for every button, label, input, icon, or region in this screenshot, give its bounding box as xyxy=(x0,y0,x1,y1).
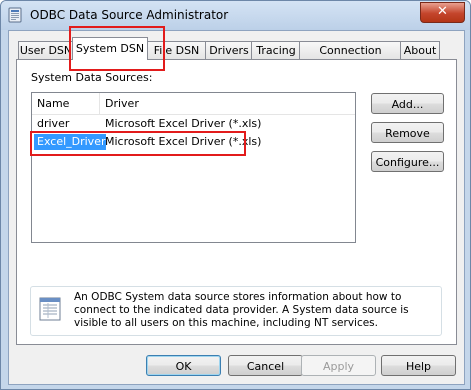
cancel-button[interactable]: Cancel xyxy=(228,355,303,376)
close-icon: ✕ xyxy=(437,4,448,19)
list-header: Name Driver xyxy=(32,93,355,115)
dialog-client-area: User DSN System DSN File DSN Drivers Tra… xyxy=(8,30,465,385)
configure-button[interactable]: Configure... xyxy=(371,151,444,172)
apply-button: Apply xyxy=(301,355,376,376)
system-data-sources-label: System Data Sources: xyxy=(31,71,153,84)
list-item[interactable]: driver Microsoft Excel Driver (*.xls) xyxy=(32,116,355,132)
remove-button[interactable]: Remove xyxy=(371,122,444,143)
data-source-info-icon xyxy=(39,297,61,321)
tab-system-dsn[interactable]: System DSN xyxy=(72,37,148,60)
tab-about[interactable]: About xyxy=(400,41,440,59)
tab-tracing[interactable]: Tracing xyxy=(251,41,301,59)
info-description: An ODBC System data source stores inform… xyxy=(74,291,409,329)
help-button[interactable]: Help xyxy=(381,355,456,376)
add-button[interactable]: Add... xyxy=(371,93,444,114)
tab-drivers[interactable]: Drivers xyxy=(205,41,253,59)
annotation-highlight-excel-driver-row xyxy=(30,131,246,156)
list-item-name: driver xyxy=(37,117,70,130)
column-header-name[interactable]: Name xyxy=(32,93,100,114)
info-box: An ODBC System data source stores inform… xyxy=(30,286,442,336)
tab-user-dsn[interactable]: User DSN xyxy=(18,41,74,59)
close-button[interactable]: ✕ xyxy=(420,2,465,23)
tab-connection-pooling[interactable]: Connection Pooling xyxy=(299,41,402,74)
column-header-driver[interactable]: Driver xyxy=(100,93,354,114)
odbc-admin-icon xyxy=(8,7,22,23)
system-data-sources-list[interactable]: Name Driver driver Microsoft Excel Drive… xyxy=(31,92,356,243)
window-title: ODBC Data Source Administrator xyxy=(30,8,229,22)
ok-button[interactable]: OK xyxy=(146,355,221,376)
system-dsn-panel: System Data Sources: Name Driver driver … xyxy=(16,59,457,345)
list-item-driver: Microsoft Excel Driver (*.xls) xyxy=(105,117,262,130)
